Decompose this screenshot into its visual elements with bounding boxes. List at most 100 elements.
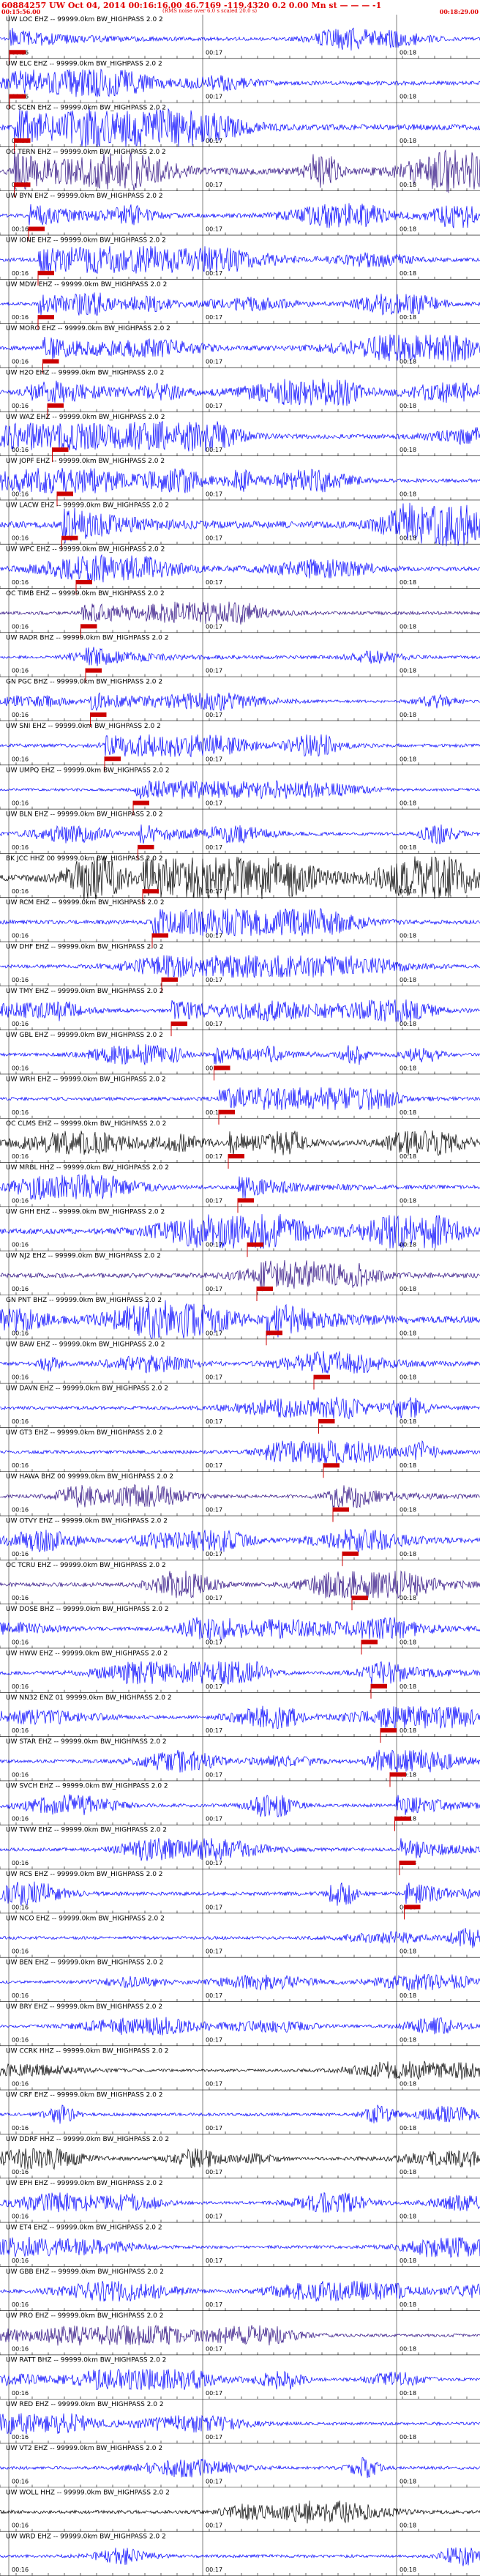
- minute-label: 00:18: [400, 2523, 416, 2529]
- minute-label: 00:18: [400, 535, 416, 542]
- pick-marker: [228, 1154, 244, 1159]
- minute-label: 00:18: [400, 933, 416, 939]
- trace-row: UW NJ2 EHZ -- 99999.0km BW_HIGHPASS 2.0 …: [0, 1253, 480, 1301]
- minute-label: 00:16: [12, 270, 29, 277]
- minute-label: 00:18: [400, 579, 416, 586]
- minute-label: 00:17: [206, 2214, 222, 2220]
- minute-label: 00:16: [12, 712, 29, 718]
- plot-header: 60884257 UW Oct 04, 2014 00:16:16.00 46.…: [0, 0, 480, 15]
- minute-label: 00:16: [12, 579, 29, 586]
- minute-label: 00:18: [400, 800, 416, 807]
- waveform-trace: [0, 2061, 480, 2080]
- minute-label: 00:18: [400, 2390, 416, 2397]
- trace-row: UW GT3 EHZ -- 99999.0km BW_HIGHPASS 2.0 …: [0, 1429, 480, 1478]
- minute-label: 00:17: [206, 138, 222, 144]
- station-label: UW RADR BHZ -- 99999.0km BW_HIGHPASS 2.0…: [6, 634, 168, 641]
- minute-label: 00:18: [400, 2345, 416, 2352]
- minute-label: 00:17: [206, 1462, 222, 1469]
- station-label: UW NJ2 EHZ -- 99999.0km BW_HIGHPASS 2.0 …: [6, 1253, 161, 1260]
- minute-label: 00:18: [400, 1065, 416, 1071]
- waveform-trace: [0, 1087, 480, 1111]
- minute-label: 00:18: [400, 1507, 416, 1514]
- trace-row: UW BYN EHZ -- 99999.0km BW_HIGHPASS 2.0 …: [0, 193, 480, 242]
- minute-label: 00:18: [400, 2434, 416, 2441]
- pick-marker: [404, 1905, 421, 1910]
- minute-label: 00:18: [400, 49, 416, 56]
- waveform-trace: [0, 1705, 480, 1730]
- station-label: UW RCM EHZ -- 99999.0km BW_HIGHPASS 2.0 …: [6, 899, 165, 907]
- minute-label: 00:16: [12, 2169, 29, 2175]
- minute-label: 00:17: [206, 2478, 222, 2484]
- minute-label: 00:16: [12, 358, 29, 365]
- trace-row: UW ELC EHZ -- 99999.0km BW_HIGHPASS 2.0 …: [0, 60, 480, 109]
- minute-label: 00:18: [400, 94, 416, 100]
- waveform-trace: [0, 955, 480, 978]
- waveform-trace: [0, 1570, 480, 1599]
- station-label: UW ET4 EHZ -- 99999.0km BW_HIGHPASS 2.0 …: [6, 2225, 162, 2232]
- minute-label: 00:18: [400, 1286, 416, 1292]
- trace-row: UW SNI EHZ -- 99999.0km BW_HIGHPASS 2.0 …: [0, 723, 480, 772]
- minute-label: 00:17: [206, 2036, 222, 2043]
- pick-marker: [247, 1242, 263, 1247]
- waveform-trace: [0, 1661, 480, 1685]
- minute-label: 00:16: [12, 844, 29, 851]
- pick-marker: [10, 50, 26, 55]
- pick-marker: [323, 1463, 340, 1468]
- station-label: UW LOC EHZ -- 99999.0km BW_HIGHPASS 2.0 …: [6, 16, 163, 23]
- waveform-trace: [0, 1396, 480, 1420]
- minute-label: 00:17: [206, 1374, 222, 1381]
- minute-label: 00:17: [206, 2169, 222, 2175]
- waveform-trace: [0, 203, 480, 228]
- waveform-trace: [0, 1484, 480, 1508]
- station-label: UW BLN EHZ -- 99999.0km BW_HIGHPASS 2.0 …: [6, 811, 163, 819]
- minute-label: 00:17: [206, 358, 222, 365]
- station-label: UW NCO EHZ -- 99999.0km BW_HIGHPASS 2.0 …: [6, 1915, 165, 1922]
- minute-label: 00:17: [206, 1771, 222, 1778]
- pick-marker: [133, 800, 149, 805]
- station-label: UW TWW EHZ -- 99999.0km BW_HIGHPASS 2.0 …: [6, 1827, 167, 1834]
- minute-label: 00:16: [12, 1948, 29, 1955]
- minute-label: 00:16: [12, 2434, 29, 2441]
- minute-label: 00:18: [400, 1197, 416, 1204]
- pick-marker: [38, 315, 54, 320]
- minute-label: 00:16: [12, 2081, 29, 2088]
- minute-label: 00:16: [12, 1771, 29, 1778]
- station-label: UW IONE EHZ -- 99999.0km BW_HIGHPASS 2.0…: [6, 237, 166, 245]
- minute-label: 00:16: [12, 2036, 29, 2043]
- station-label: UW BEN EHZ -- 99999.0km BW_HIGHPASS 2.0 …: [6, 1959, 163, 1967]
- station-label: UW CCRK HHZ -- 99999.0km BW_HIGHPASS 2.0…: [6, 2047, 169, 2055]
- pick-marker: [14, 182, 31, 187]
- minute-label: 00:16: [12, 2125, 29, 2132]
- trace-row: UW DDRF HHZ -- 99999.0km BW_HIGHPASS 2.0…: [0, 2136, 480, 2179]
- minute-label: 00:18: [400, 1021, 416, 1027]
- waveform-trace: [0, 1881, 480, 1906]
- pick-marker: [162, 977, 178, 982]
- pick-marker: [371, 1683, 387, 1689]
- waveform-trace: [0, 1794, 480, 1817]
- minute-label: 00:16: [12, 1551, 29, 1557]
- station-label: UW WRH EHZ -- 99999.0km BW_HIGHPASS 2.0 …: [6, 1076, 166, 1083]
- station-label: UW WRD EHZ -- 99999.0km BW_HIGHPASS 2.0 …: [6, 2534, 166, 2541]
- minute-label: 00:16: [12, 1507, 29, 1514]
- minute-label: 00:17: [206, 1727, 222, 1734]
- minute-label: 00:16: [12, 1374, 29, 1381]
- pick-marker: [152, 933, 168, 938]
- minute-label: 00:17: [206, 1551, 222, 1557]
- minute-label: 00:17: [206, 1507, 222, 1514]
- waveform-trace: [0, 334, 480, 362]
- minute-label: 00:18: [400, 1992, 416, 1999]
- pick-marker: [76, 580, 92, 585]
- station-label: OC SCEN EHZ -- 99999.0km BW_HIGHPASS 2.0…: [6, 105, 166, 112]
- trace-row: UW RCM EHZ -- 99999.0km BW_HIGHPASS 2.0 …: [0, 899, 480, 948]
- waveform-trace: [0, 2457, 480, 2479]
- minute-label: 00:16: [12, 1242, 29, 1248]
- station-label: UW HWW EHZ -- 99999.0km BW_HIGHPASS 2.0 …: [6, 1650, 168, 1657]
- minute-label: 00:18: [400, 2125, 416, 2132]
- minute-label: 00:16: [12, 800, 29, 807]
- waveform-trace: [0, 1351, 480, 1374]
- minute-label: 00:17: [206, 756, 222, 762]
- minute-label: 00:17: [206, 1816, 222, 1823]
- station-label: UW MORO EHZ -- 99999.0km BW_HIGHPASS 2.0…: [6, 325, 170, 332]
- waveform-trace: [0, 1130, 480, 1156]
- waveform-trace: [0, 1749, 480, 1773]
